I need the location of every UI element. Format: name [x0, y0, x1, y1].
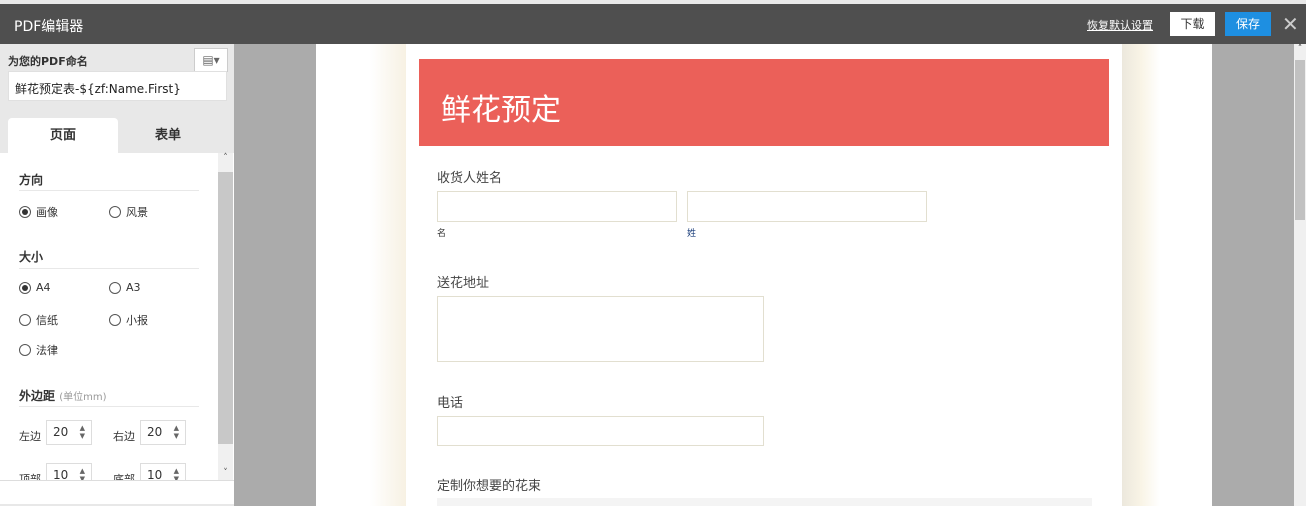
close-icon[interactable]: ✕	[1282, 12, 1299, 36]
margin-unit: (单位mm)	[59, 392, 107, 403]
last-name-sublabel: 姓	[687, 229, 697, 239]
title-bar: PDF编辑器 恢复默认设置 下载 保存 ✕	[0, 4, 1306, 44]
radio-landscape[interactable]: 风景	[109, 204, 148, 220]
tab-form[interactable]: 表单	[118, 118, 218, 153]
first-name-field[interactable]	[437, 191, 677, 222]
margin-right-stepper[interactable]: 20 ▲ ▼	[140, 420, 186, 445]
size-title: 大小	[19, 250, 44, 264]
margin-bottom-stepper[interactable]: 10 ▲ ▼	[140, 463, 186, 480]
settings-panel: 为您的PDF命名 ▤▾ 鲜花预定表-${zf:Name.First} 页面 表单…	[0, 44, 234, 506]
preview-scroll-thumb[interactable]	[1295, 60, 1305, 220]
margin-right-label: 右边	[113, 430, 135, 443]
pdf-name-input[interactable]: 鲜花预定表-${zf:Name.First}	[8, 71, 227, 101]
insert-field-button[interactable]: ▤▾	[194, 48, 228, 72]
radio-label: 小报	[126, 314, 148, 327]
download-button[interactable]: 下载	[1170, 12, 1215, 36]
phone-field[interactable]	[437, 416, 764, 446]
insert-field-icon: ▤▾	[202, 53, 220, 67]
preview-gutter-right	[1212, 44, 1294, 506]
reset-defaults-link[interactable]: 恢复默认设置	[1087, 17, 1153, 33]
name-label: 收货人姓名	[437, 171, 503, 186]
radio-tabloid[interactable]: 小报	[109, 312, 148, 328]
margin-top-stepper[interactable]: 10 ▲ ▼	[46, 463, 92, 480]
margin-left-stepper[interactable]: 20 ▲ ▼	[46, 420, 92, 445]
tab-page[interactable]: 页面	[8, 118, 118, 153]
radio-a3[interactable]: A3	[109, 281, 141, 294]
save-button[interactable]: 保存	[1225, 12, 1271, 36]
radio-label: A4	[36, 281, 51, 294]
margin-title: 外边距 (单位mm)	[19, 389, 107, 403]
page-shadow-left	[370, 44, 406, 506]
radio-label: 信纸	[36, 314, 58, 327]
orientation-title: 方向	[19, 173, 44, 187]
first-name-sublabel: 名	[437, 229, 447, 239]
radio-label: 法律	[36, 344, 58, 357]
radio-label: 画像	[36, 206, 58, 219]
phone-label: 电话	[437, 396, 464, 411]
pdf-name-label: 为您的PDF命名	[8, 55, 88, 68]
radio-letter[interactable]: 信纸	[19, 312, 58, 328]
panel-footer	[0, 480, 234, 504]
bouquet-field[interactable]	[437, 498, 1092, 506]
radio-label: A3	[126, 281, 141, 294]
radio-label: 风景	[126, 206, 148, 219]
radio-a4[interactable]: A4	[19, 281, 51, 294]
margin-top-label: 顶部	[19, 473, 41, 480]
form-title: 鲜花预定	[419, 59, 1109, 146]
page-settings: 方向 画像 风景 大小 A4 A3 信纸 小报 法律 外边距 (单位mm) 左边…	[0, 153, 234, 480]
address-textarea[interactable]	[437, 296, 764, 362]
bouquet-label: 定制你想要的花束	[437, 479, 542, 494]
page-shadow-right	[1122, 44, 1160, 506]
radio-portrait[interactable]: 画像	[19, 204, 58, 220]
margin-left-label: 左边	[19, 430, 41, 443]
preview-gutter-left	[234, 44, 316, 506]
last-name-field[interactable]	[687, 191, 927, 222]
address-label: 送花地址	[437, 276, 490, 291]
margin-bottom-label: 底部	[113, 473, 135, 480]
radio-legal[interactable]: 法律	[19, 342, 58, 358]
panel-scroll-thumb[interactable]	[218, 172, 233, 444]
app-title: PDF编辑器	[14, 19, 84, 35]
